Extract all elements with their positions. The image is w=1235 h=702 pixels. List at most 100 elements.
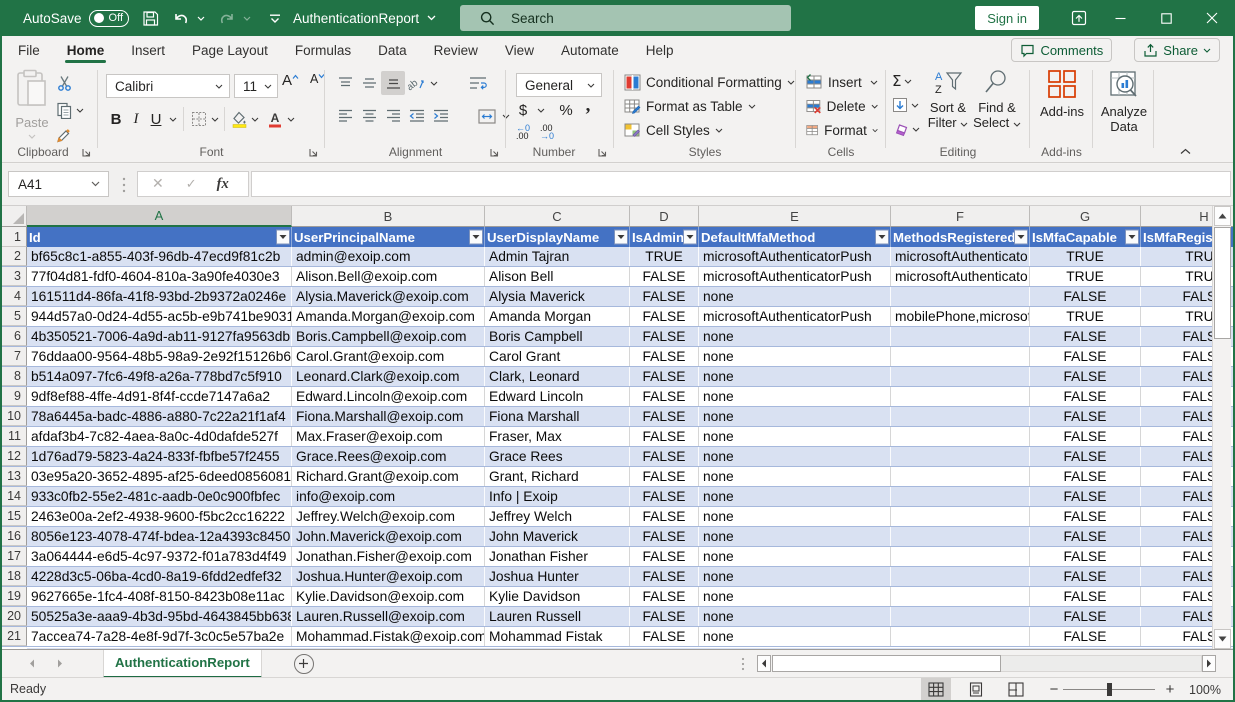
row-header-16[interactable]: 16	[2, 527, 27, 546]
cut-button[interactable]	[56, 72, 84, 94]
cell[interactable]: TRUE	[1030, 267, 1141, 286]
cell[interactable]: Richard.Grant@exoip.com	[292, 467, 485, 486]
cell[interactable]: Kylie.Davidson@exoip.com	[292, 587, 485, 606]
table-header-cell[interactable]: IsAdmin	[630, 227, 699, 247]
cell[interactable]: Admin Tajran	[485, 247, 630, 266]
cell[interactable]: 933c0fb2-55e2-481c-aadb-0e0c900fbfec	[27, 487, 292, 506]
minimize-button[interactable]	[1097, 0, 1143, 36]
tab-home[interactable]: Home	[65, 36, 107, 64]
filter-button[interactable]	[469, 230, 483, 245]
cell[interactable]: FALSE	[1030, 447, 1141, 466]
font-size-select[interactable]: 11	[234, 74, 278, 98]
cell[interactable]: FALSE	[1030, 327, 1141, 346]
cell[interactable]: microsoftAuthenticatorPush	[699, 247, 891, 266]
underline-button[interactable]: U	[146, 111, 166, 128]
cell[interactable]: none	[699, 587, 891, 606]
cell[interactable]: FALSE	[1030, 407, 1141, 426]
increase-decimal-button[interactable]: ←0.00	[516, 124, 530, 140]
cell[interactable]: FALSE	[1030, 467, 1141, 486]
middle-align-button[interactable]	[357, 71, 381, 95]
cell[interactable]: 3a064444-e6d5-4c97-9372-f01a783d4f49	[27, 547, 292, 566]
row-header-4[interactable]: 4	[2, 287, 27, 306]
cell[interactable]: microsoftAuthenticatorPush	[699, 307, 891, 326]
zoom-out-button[interactable]: −	[1045, 681, 1063, 698]
sort-filter-button[interactable]: AZ Sort &Filter	[922, 69, 974, 130]
cell[interactable]: none	[699, 347, 891, 366]
cell[interactable]: TRUE	[1030, 247, 1141, 266]
cell[interactable]: Mohammad.Fistak@exoip.com	[292, 627, 485, 646]
cell[interactable]: none	[699, 427, 891, 446]
autosum-button[interactable]: Σ	[892, 71, 920, 91]
filter-button[interactable]	[1125, 230, 1139, 245]
cell[interactable]: Jonathan.Fisher@exoip.com	[292, 547, 485, 566]
row-header-3[interactable]: 3	[2, 267, 27, 286]
accounting-format-button[interactable]: $	[516, 102, 530, 119]
cell[interactable]: Lauren Russell	[485, 607, 630, 626]
cell[interactable]: none	[699, 367, 891, 386]
cell[interactable]: Fiona.Marshall@exoip.com	[292, 407, 485, 426]
cell[interactable]: none	[699, 607, 891, 626]
cell[interactable]: FALSE	[1030, 427, 1141, 446]
borders-button[interactable]	[190, 110, 208, 128]
ribbon-display-options-button[interactable]	[1061, 0, 1097, 36]
tab-data[interactable]: Data	[376, 36, 409, 64]
cell[interactable]: TRUE	[630, 247, 699, 266]
row-header-15[interactable]: 15	[2, 507, 27, 526]
cell[interactable]: microsoftAuthenticato	[891, 267, 1030, 286]
column-header-D[interactable]: D	[630, 206, 699, 227]
cell[interactable]: Joshua Hunter	[485, 567, 630, 586]
cell[interactable]: Boris Campbell	[485, 327, 630, 346]
cell[interactable]: Edward Lincoln	[485, 387, 630, 406]
row-header-1[interactable]: 1	[2, 227, 27, 247]
column-header-A[interactable]: A	[27, 206, 292, 227]
scroll-left-button[interactable]	[757, 655, 771, 672]
zoom-slider-handle[interactable]	[1107, 683, 1112, 696]
cell[interactable]: FALSE	[1030, 627, 1141, 646]
cell[interactable]	[891, 467, 1030, 486]
cell[interactable]	[891, 527, 1030, 546]
cell[interactable]: Carol Grant	[485, 347, 630, 366]
cell[interactable]: Jonathan Fisher	[485, 547, 630, 566]
cell[interactable]: Jeffrey.Welch@exoip.com	[292, 507, 485, 526]
cell[interactable]: 4228d3c5-06ba-4cd0-8a19-6fdd2edfef32	[27, 567, 292, 586]
cell[interactable]: FALSE	[630, 567, 699, 586]
cell[interactable]: none	[699, 567, 891, 586]
fill-button[interactable]	[892, 95, 920, 115]
column-header-B[interactable]: B	[292, 206, 485, 227]
cell[interactable]: FALSE	[630, 447, 699, 466]
row-header-18[interactable]: 18	[2, 567, 27, 586]
formula-input[interactable]	[251, 171, 1231, 197]
cell[interactable]: Joshua.Hunter@exoip.com	[292, 567, 485, 586]
cell[interactable]	[891, 587, 1030, 606]
cell[interactable]: Alison Bell	[485, 267, 630, 286]
cell[interactable]: FALSE	[630, 587, 699, 606]
table-header-cell[interactable]: DefaultMfaMethod	[699, 227, 891, 247]
insert-cells-button[interactable]: Insert	[806, 70, 878, 94]
name-box[interactable]: A41	[8, 171, 109, 197]
page-layout-view-button[interactable]	[961, 678, 991, 701]
merge-center-button[interactable]	[475, 104, 499, 128]
tab-file[interactable]: File	[16, 36, 42, 64]
cell[interactable]: 161511d4-86fa-41f8-93bd-2b9372a0246e	[27, 287, 292, 306]
cell[interactable]: Kylie Davidson	[485, 587, 630, 606]
cell[interactable]: 7accea74-7a28-4e8f-9d7f-3c0c5e57ba2e	[27, 627, 292, 646]
number-format-select[interactable]: General	[516, 73, 602, 97]
increase-indent-button[interactable]	[429, 104, 453, 128]
comma-style-button[interactable]: ,	[581, 95, 595, 117]
cell[interactable]: FALSE	[630, 347, 699, 366]
horizontal-scroll-thumb[interactable]	[772, 655, 1001, 672]
cell[interactable]: FALSE	[630, 507, 699, 526]
vertical-scrollbar[interactable]	[1212, 206, 1231, 649]
cell[interactable]: Carol.Grant@exoip.com	[292, 347, 485, 366]
cell[interactable]: 77f04d81-fdf0-4604-810a-3a90fe4030e3	[27, 267, 292, 286]
cell[interactable]: microsoftAuthenticatorPush	[699, 267, 891, 286]
row-header-8[interactable]: 8	[2, 367, 27, 386]
addins-button[interactable]: Add-ins	[1038, 69, 1086, 119]
cell[interactable]: FALSE	[1030, 347, 1141, 366]
cell[interactable]	[891, 567, 1030, 586]
cell[interactable]: FALSE	[630, 527, 699, 546]
table-header-cell[interactable]: UserPrincipalName	[292, 227, 485, 247]
cell[interactable]: b514a097-7fc6-49f8-a26a-778bd7c5f910	[27, 367, 292, 386]
collapse-ribbon-button[interactable]	[1180, 148, 1191, 155]
cell[interactable]: FALSE	[1030, 367, 1141, 386]
